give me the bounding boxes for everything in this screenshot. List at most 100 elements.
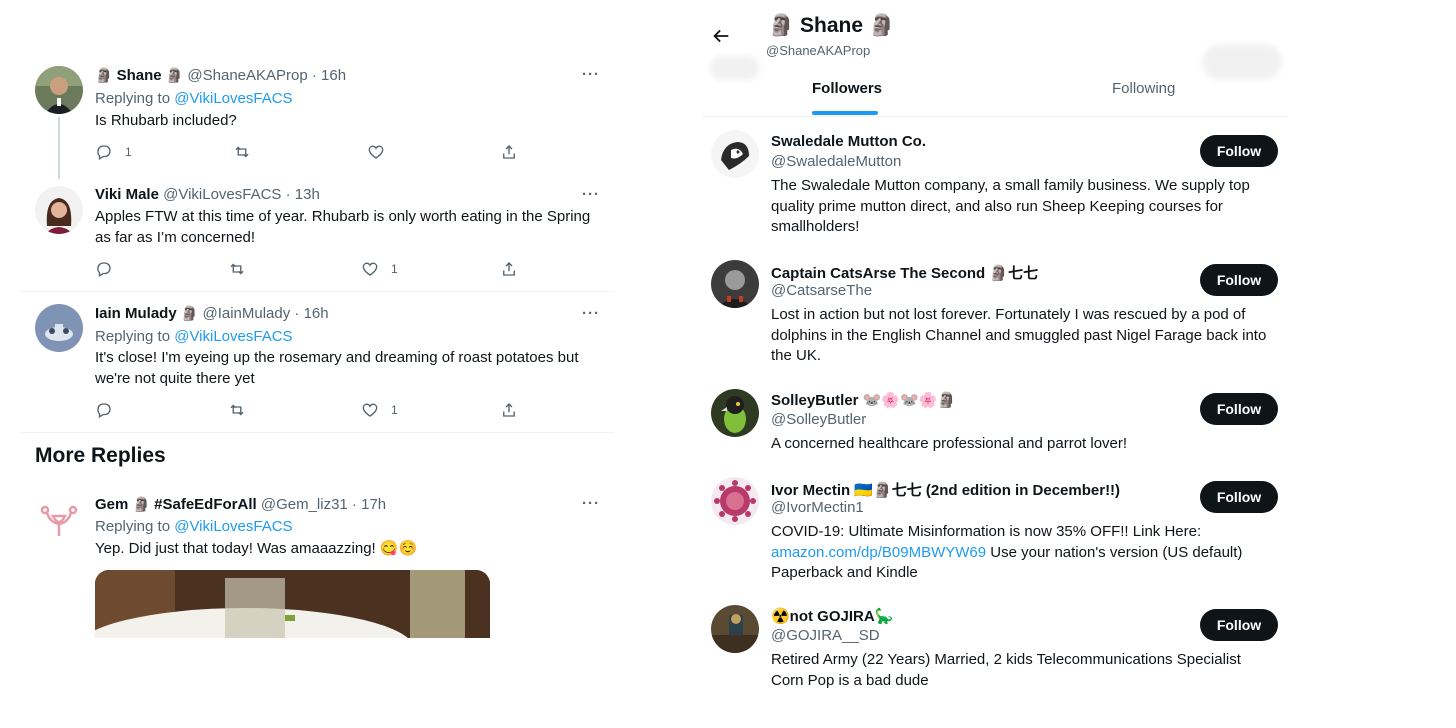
user-name[interactable]: Swaledale Mutton Co. [771, 133, 926, 150]
heart-icon [368, 145, 384, 159]
replying-label: Replying to [95, 90, 175, 107]
user-handle[interactable]: @SolleyButler [771, 411, 866, 428]
user-name[interactable]: Ivor Mectin 🇺🇦🗿七七 (2nd edition in Decemb… [771, 479, 1120, 500]
tab-bar: Followers Following [702, 64, 1288, 117]
user-name[interactable]: ☢️not GOJIRA🦕 [771, 607, 893, 625]
retweet-icon [230, 263, 244, 275]
user-bio: A concerned healthcare professional and … [771, 435, 1128, 452]
profile-name: Shane [800, 14, 864, 37]
like-button[interactable]: 1 [361, 401, 398, 419]
author-name[interactable]: Shane [117, 67, 162, 84]
followers-panel: 🗿 Shane 🗿 @ShaneAKAProp Followers Follow… [702, 0, 1288, 728]
more-replies-heading: More Replies [35, 444, 166, 467]
avatar-shane[interactable] [35, 66, 83, 114]
follow-button[interactable]: Follow [1200, 135, 1278, 167]
author-meta[interactable]: @Gem_liz31 · 17h [261, 496, 386, 513]
author-meta[interactable]: @IainMulady · 16h [202, 305, 328, 322]
share-button[interactable] [500, 260, 518, 278]
user-bio: Retired Army (22 Years) Married, 2 kids … [771, 651, 1241, 689]
more-options-icon[interactable]: ··· [582, 305, 600, 322]
user-avatar[interactable] [711, 605, 759, 653]
reply-button[interactable] [95, 401, 113, 419]
like-count: 1 [391, 403, 398, 417]
user-avatar[interactable] [711, 130, 759, 178]
replying-to-link[interactable]: @VikiLovesFACS [174, 90, 292, 107]
avatar-viki[interactable] [35, 186, 83, 234]
moai-emoji: 🗿 [768, 14, 795, 37]
moai-emoji: 🗿 [132, 496, 150, 512]
replying-to-link[interactable]: @VikiLovesFACS [174, 518, 292, 535]
user-handle[interactable]: @IvorMectin1 [771, 499, 864, 516]
user-name[interactable]: SolleyButler 🐭🌸🐭🌸🗿 [771, 391, 956, 409]
heart-icon [362, 403, 378, 417]
divider [20, 291, 614, 292]
user-bio: COVID-19: Ultimate Misinformation is now… [771, 522, 1271, 584]
follow-button[interactable]: Follow [1200, 609, 1278, 641]
replying-to: Replying to @VikiLovesFACS [95, 328, 293, 345]
replying-to: Replying to @VikiLovesFACS [95, 518, 293, 535]
reply-button[interactable] [95, 260, 113, 278]
conversation-thread: 🗿 Shane 🗿 @ShaneAKAProp · 16h ··· Replyi… [20, 0, 614, 728]
tweet-text: Yep. Did just that today! Was amaaazzing… [95, 540, 418, 557]
avatar-iain[interactable] [35, 304, 83, 352]
replying-to-link[interactable]: @VikiLovesFACS [174, 328, 292, 345]
profile-title: 🗿 Shane 🗿 [768, 14, 895, 38]
user-avatar[interactable] [711, 389, 759, 437]
more-options-icon[interactable]: ··· [582, 495, 600, 512]
replying-label: Replying to [95, 518, 175, 535]
user-handle[interactable]: @CatsarseThe [771, 282, 872, 299]
more-options-icon[interactable]: ··· [582, 66, 600, 83]
thread-connector-line [58, 117, 60, 179]
bio-link[interactable]: amazon.com/dp/B09MBWYW69 [771, 544, 986, 561]
author-name[interactable]: Gem [95, 496, 128, 513]
tweet-photo[interactable] [95, 570, 490, 638]
more-options-icon[interactable]: ··· [582, 186, 600, 203]
retweet-button[interactable] [228, 401, 246, 419]
photo-image [95, 570, 490, 638]
follow-button[interactable]: Follow [1200, 393, 1278, 425]
share-icon [503, 403, 515, 417]
user-handle[interactable]: @SwaledaleMutton [771, 153, 901, 170]
retweet-icon [230, 404, 244, 416]
author-meta[interactable]: @ShaneAKAProp · 16h [187, 67, 346, 84]
author-hashtag[interactable]: #SafeEdForAll [154, 496, 257, 513]
share-button[interactable] [500, 401, 518, 419]
tweet-actions: 1 [95, 260, 535, 280]
tweet-header: Gem 🗿 #SafeEdForAll @Gem_liz31 · 17h [95, 496, 386, 513]
like-button[interactable]: 1 [361, 260, 398, 278]
like-count: 1 [391, 262, 398, 276]
tweet-actions: 1 [95, 143, 535, 163]
author-name[interactable]: Viki Male [95, 186, 159, 203]
follow-button[interactable]: Follow [1200, 264, 1278, 296]
like-button[interactable] [367, 143, 385, 161]
moai-emoji: 🗿 [868, 14, 896, 37]
reply-icon [97, 262, 111, 277]
user-avatar[interactable] [711, 260, 759, 308]
reply-button[interactable]: 1 [95, 143, 132, 161]
retweet-button[interactable] [228, 260, 246, 278]
tab-following[interactable]: Following [1112, 80, 1175, 97]
replying-to: Replying to @VikiLovesFACS [95, 90, 293, 107]
tweet-header: Viki Male @VikiLovesFACS · 13h [95, 186, 320, 203]
author-name[interactable]: Iain Mulady [95, 305, 177, 322]
tweet-text: Is Rhubarb included? [95, 112, 237, 129]
back-arrow-icon[interactable] [710, 25, 732, 47]
tab-followers[interactable]: Followers [812, 80, 882, 97]
retweet-button[interactable] [233, 143, 251, 161]
reply-icon [97, 403, 111, 418]
share-button[interactable] [500, 143, 518, 161]
user-bio: Lost in action but not lost forever. For… [771, 306, 1267, 364]
follow-button[interactable]: Follow [1200, 481, 1278, 513]
tweet-actions: 1 [95, 401, 535, 421]
user-handle[interactable]: @GOJIRA__SD [771, 627, 880, 644]
replying-label: Replying to [95, 328, 175, 345]
user-bio: The Swaledale Mutton company, a small fa… [771, 177, 1250, 235]
user-name[interactable]: Captain CatsArse The Second 🗿七七 [771, 262, 1038, 283]
reply-count: 1 [125, 145, 132, 159]
user-avatar[interactable] [711, 477, 759, 525]
author-meta[interactable]: @VikiLovesFACS · 13h [163, 186, 320, 203]
moai-emoji: 🗿 [180, 305, 199, 321]
active-tab-indicator [812, 111, 878, 115]
retweet-icon [235, 146, 249, 158]
avatar-gem[interactable] [35, 494, 83, 542]
